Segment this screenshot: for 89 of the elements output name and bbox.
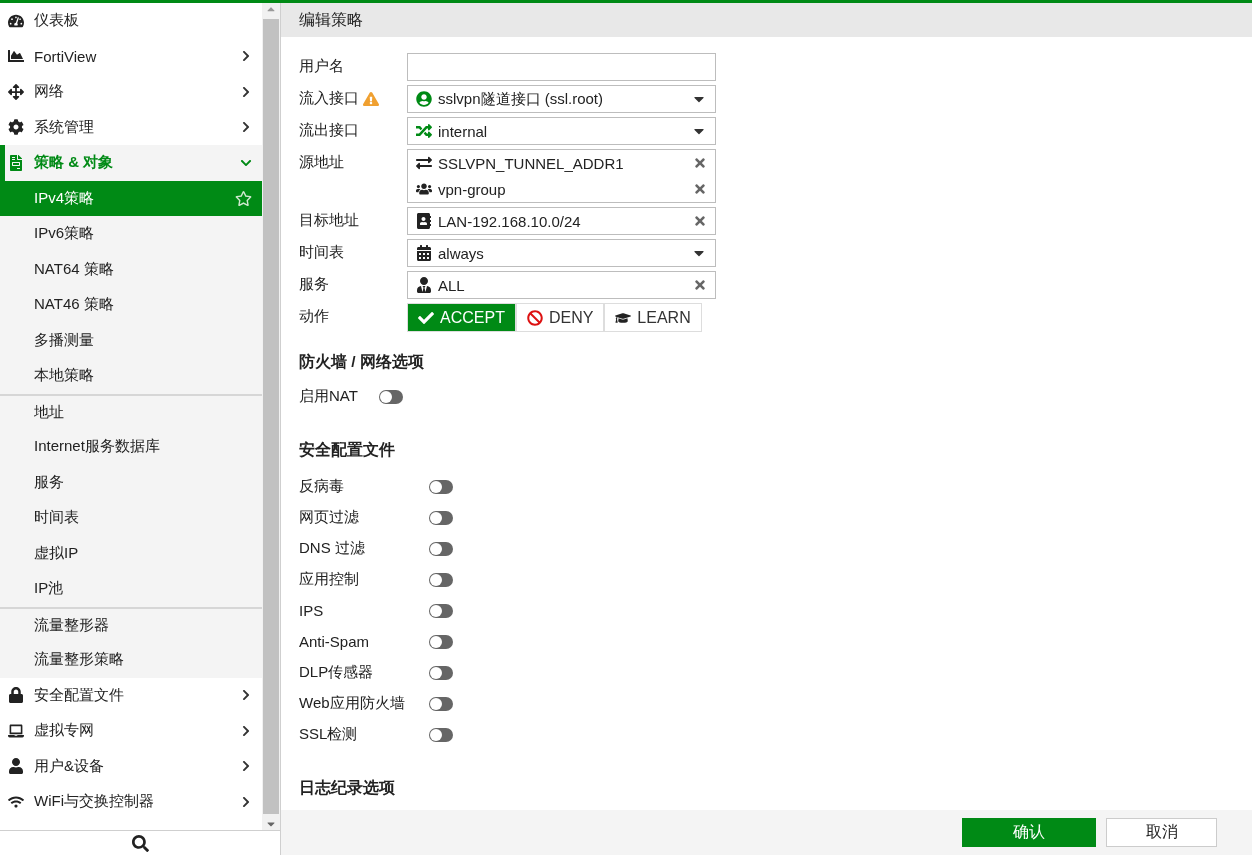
action-option[interactable]: DENY: [515, 303, 605, 332]
field-label: 流入接口: [299, 89, 359, 108]
toggle-label: IPS: [299, 602, 325, 619]
field-value: LAN-192.168.10.0/24: [438, 212, 582, 230]
field-label: 源地址: [299, 153, 344, 172]
toggle-switch[interactable]: [429, 479, 453, 494]
submenu-item[interactable]: 流量整形器: [0, 606, 262, 642]
submenu-item[interactable]: 流量整形策略: [0, 642, 262, 678]
lock-icon: [8, 687, 24, 704]
submenu-item[interactable]: IP池: [0, 571, 262, 607]
wifi-icon: [8, 793, 24, 810]
multi-select-field[interactable]: ALL: [407, 271, 716, 299]
multi-select-field[interactable]: LAN-192.168.10.0/24: [407, 207, 716, 235]
toggle-switch[interactable]: [429, 603, 453, 618]
toggle-switch[interactable]: [429, 696, 453, 711]
service-icon: [416, 277, 432, 293]
shuffle-icon: [416, 123, 432, 139]
toggle-label: SSL检测: [299, 725, 359, 744]
remove-icon[interactable]: [693, 156, 707, 170]
section-title: 防火墙 / 网络选项: [299, 352, 425, 372]
gear-icon: [8, 119, 24, 136]
confirm-button[interactable]: 确认: [962, 818, 1096, 847]
field-value: always: [438, 244, 485, 262]
action-option[interactable]: ACCEPT: [407, 303, 516, 332]
toggle-switch[interactable]: [429, 727, 453, 742]
field-value: internal: [438, 122, 489, 140]
submenu-item[interactable]: 时间表: [0, 500, 262, 536]
field-label: 时间表: [299, 243, 344, 262]
user-icon: [8, 758, 24, 775]
address-icon: [416, 155, 432, 171]
toggle-label: Anti-Spam: [299, 633, 371, 650]
section-title: 日志纪录选项: [299, 778, 396, 798]
submenu-item[interactable]: 服务: [0, 464, 262, 500]
toggle-switch[interactable]: [429, 634, 453, 649]
submenu-item[interactable]: IPv4策略: [0, 180, 262, 216]
submenu-item[interactable]: NAT64 策略: [0, 251, 262, 287]
star-icon[interactable]: [235, 189, 252, 207]
select-field[interactable]: sslvpn隧道接口 (ssl.root): [407, 85, 716, 113]
page-title: 编辑策略: [281, 3, 1252, 37]
field-label: 流出接口: [299, 121, 359, 140]
submenu-item[interactable]: Internet服务数据库: [0, 429, 262, 465]
field-value: SSLVPN_TUNNEL_ADDR1: [438, 154, 625, 172]
remove-icon[interactable]: [693, 214, 707, 228]
submenu-item[interactable]: 虚拟IP: [0, 535, 262, 571]
submenu-item[interactable]: IPv6策略: [0, 216, 262, 252]
submenu-item[interactable]: 地址: [0, 393, 262, 429]
calendar-icon: [416, 245, 432, 261]
field-label: 用户名: [299, 57, 344, 76]
toggle-label: Web应用防火墙: [299, 694, 406, 713]
select-field[interactable]: always: [407, 239, 716, 267]
toggle-switch[interactable]: [379, 389, 403, 404]
section-title: 安全配置文件: [299, 440, 396, 460]
gauge-icon: [8, 12, 24, 29]
toggle-switch[interactable]: [429, 572, 453, 587]
scrollbar[interactable]: [262, 3, 280, 830]
toggle-label: DLP传感器: [299, 663, 375, 682]
toggle-label: 反病毒: [299, 477, 345, 496]
ban-icon: [526, 309, 543, 326]
field-value: sslvpn隧道接口 (ssl.root): [438, 89, 605, 109]
submenu-item[interactable]: 本地策略: [0, 358, 262, 394]
move-arrows-icon: [8, 83, 24, 100]
toggle-switch[interactable]: [429, 541, 453, 556]
check-icon: [418, 309, 434, 326]
remove-icon[interactable]: [693, 278, 707, 292]
toggle-label: 启用NAT: [299, 387, 359, 406]
laptop-icon: [8, 722, 24, 739]
submenu-item[interactable]: NAT46 策略: [0, 287, 262, 323]
sidebar-item[interactable]: 策略 & 对象: [0, 145, 262, 181]
field-value: vpn-group: [438, 180, 507, 198]
field-value: ALL: [438, 276, 466, 294]
toggle-label: 应用控制: [299, 570, 360, 589]
toggle-label: DNS 过滤: [299, 539, 366, 558]
toggle-label: 网页过滤: [299, 508, 360, 527]
field-label: 服务: [299, 275, 329, 294]
users-icon: [416, 181, 432, 197]
toggle-switch[interactable]: [429, 510, 453, 525]
remove-icon[interactable]: [693, 182, 707, 196]
document-icon: [8, 154, 24, 171]
select-field[interactable]: internal: [407, 117, 716, 145]
multi-select-field[interactable]: SSLVPN_TUNNEL_ADDR1 vpn-group: [407, 149, 716, 203]
field-label: 目标地址: [299, 211, 359, 230]
address-book-icon: [416, 213, 432, 229]
area-chart-icon: [8, 48, 24, 65]
cancel-button[interactable]: 取消: [1106, 818, 1217, 847]
action-option[interactable]: LEARN: [604, 303, 702, 332]
toggle-switch[interactable]: [429, 665, 453, 680]
username-field[interactable]: [407, 53, 716, 81]
submenu-item[interactable]: 多播测量: [0, 322, 262, 358]
field-label: 动作: [299, 307, 329, 326]
